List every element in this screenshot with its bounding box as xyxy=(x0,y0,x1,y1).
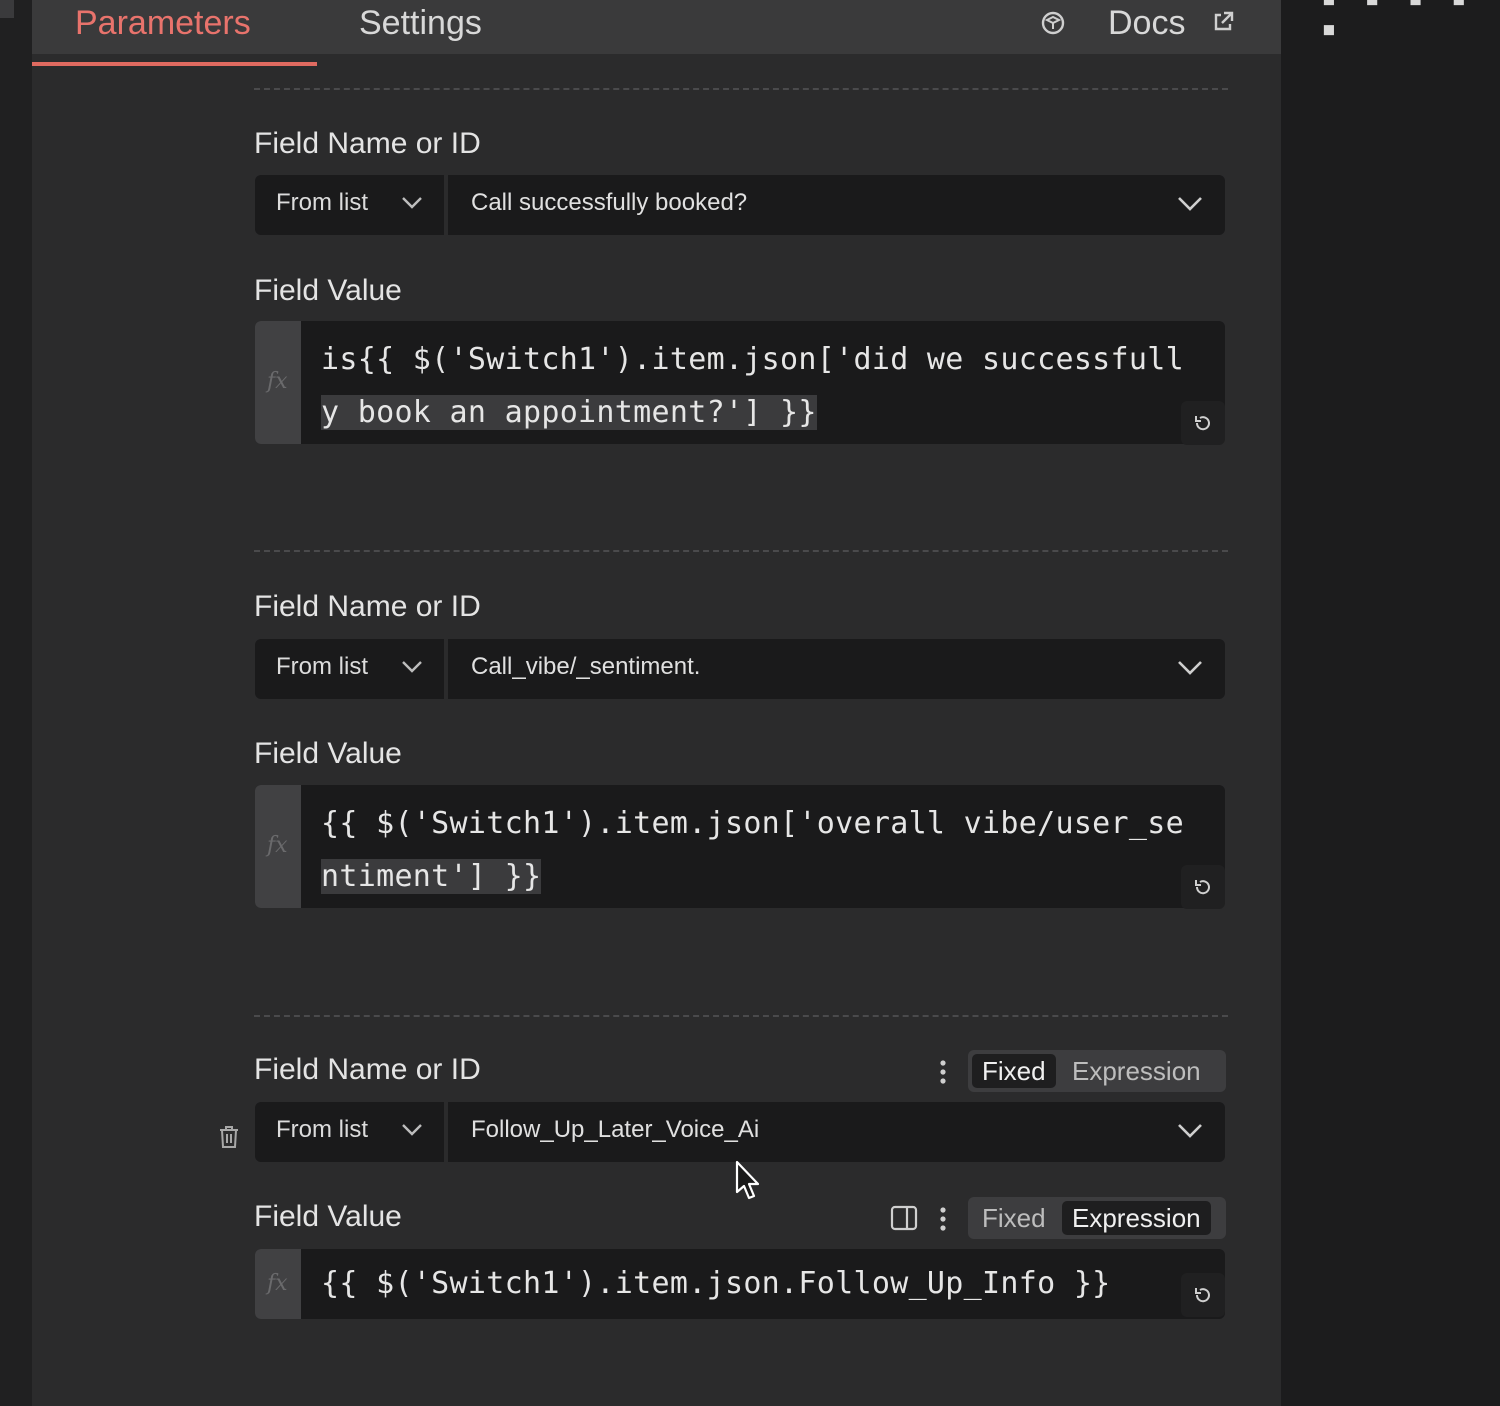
reset-value-button[interactable] xyxy=(1181,1273,1225,1317)
code-line: y book an appointment?'] }} xyxy=(321,395,817,430)
fx-icon: fx xyxy=(267,369,288,394)
fx-gutter: fx xyxy=(255,321,301,444)
mode-select-label: From list xyxy=(276,1116,368,1143)
left-edge-handle xyxy=(0,0,14,18)
fx-gutter: fx xyxy=(255,785,301,908)
fx-gutter: fx xyxy=(255,1249,301,1319)
canvas-cut-text: ▪ ▪ ▪ ▪ ▪ xyxy=(1321,0,1467,44)
code-line: ntiment'] }} xyxy=(321,859,542,894)
chevron-down-icon xyxy=(402,1124,422,1136)
toggle-fixed[interactable]: Fixed xyxy=(972,1054,1056,1088)
package-icon[interactable] xyxy=(1038,8,1068,38)
code-line: {{ $('Switch1').item.json['overall vibe/… xyxy=(321,806,1184,841)
chevron-down-icon xyxy=(1178,661,1202,675)
chevron-down-icon xyxy=(1178,197,1202,211)
external-link-icon[interactable] xyxy=(1210,9,1236,35)
tab-settings[interactable]: Settings xyxy=(359,0,482,54)
chevron-down-icon xyxy=(1178,1124,1202,1138)
mode-select-label: From list xyxy=(276,653,368,680)
tab-parameters[interactable]: Parameters xyxy=(75,0,251,54)
docs-link[interactable]: Docs xyxy=(1108,0,1185,46)
toggle-expression[interactable]: Expression xyxy=(1062,1201,1211,1235)
chevron-down-icon xyxy=(402,661,422,673)
toggle-expression[interactable]: Expression xyxy=(1062,1054,1211,1088)
field-name-label: Field Name or ID xyxy=(254,127,481,160)
field-name-dropdown[interactable]: Call_vibe/_sentiment. xyxy=(452,639,1225,699)
trash-icon[interactable] xyxy=(217,1124,241,1150)
canvas-background: ▪ ▪ ▪ ▪ ▪ xyxy=(1281,0,1500,1406)
field-value-label: Field Value xyxy=(254,1200,402,1233)
panel-header: Parameters Settings Docs xyxy=(32,0,1281,54)
reset-value-button[interactable] xyxy=(1181,401,1225,445)
mouse-cursor-icon xyxy=(735,1160,760,1200)
fixed-expression-toggle: Fixed Expression xyxy=(968,1050,1226,1092)
reset-icon xyxy=(1195,880,1210,895)
toggle-fixed[interactable]: Fixed xyxy=(972,1201,1056,1235)
field-name-select-row: From list Call successfully booked? xyxy=(255,175,1225,235)
dropdown-selected-value: Follow_Up_Later_Voice_Ai xyxy=(471,1116,760,1143)
expression-code[interactable]: is{{ $('Switch1').item.json['did we succ… xyxy=(321,333,1221,439)
from-list-mode-select[interactable]: From list xyxy=(255,175,448,235)
field-divider xyxy=(254,550,1228,552)
open-panel-icon[interactable] xyxy=(890,1205,918,1231)
fx-icon: fx xyxy=(267,1271,288,1296)
field-name-label: Field Name or ID xyxy=(254,1053,481,1086)
expression-editor[interactable]: fx {{ $('Switch1').item.json['overall vi… xyxy=(255,785,1225,909)
expression-editor[interactable]: fx is{{ $('Switch1').item.json['did we s… xyxy=(255,321,1225,445)
field-name-select-row: From list Follow_Up_Later_Voice_Ai xyxy=(255,1102,1225,1162)
reset-value-button[interactable] xyxy=(1181,865,1225,909)
field-divider xyxy=(254,1015,1228,1017)
field-value-label: Field Value xyxy=(254,274,402,307)
field-value-label: Field Value xyxy=(254,737,402,770)
expression-code[interactable]: {{ $('Switch1').item.json['overall vibe/… xyxy=(321,797,1221,903)
mode-select-label: From list xyxy=(276,189,368,216)
from-list-mode-select[interactable]: From list xyxy=(255,639,448,699)
reset-icon xyxy=(1195,416,1210,431)
fx-icon: fx xyxy=(267,833,288,858)
field-divider xyxy=(254,88,1228,90)
expression-code[interactable]: {{ $('Switch1').item.json.Follow_Up_Info… xyxy=(321,1257,1221,1310)
more-options-icon[interactable] xyxy=(938,1205,948,1233)
fixed-expression-toggle: Fixed Expression xyxy=(968,1197,1226,1239)
field-name-dropdown[interactable]: Follow_Up_Later_Voice_Ai xyxy=(452,1102,1225,1162)
left-edge xyxy=(0,0,32,1406)
field-name-label: Field Name or ID xyxy=(254,590,481,623)
chevron-down-icon xyxy=(402,197,422,209)
field-name-select-row: From list Call_vibe/_sentiment. xyxy=(255,639,1225,699)
reset-icon xyxy=(1195,1288,1210,1303)
field-name-dropdown[interactable]: Call successfully booked? xyxy=(452,175,1225,235)
active-tab-indicator xyxy=(32,62,317,66)
code-line: {{ $('Switch1').item.json.Follow_Up_Info… xyxy=(321,1266,1111,1301)
dropdown-selected-value: Call_vibe/_sentiment. xyxy=(471,653,701,680)
code-line: is{{ $('Switch1').item.json['did we succ… xyxy=(321,342,1184,377)
expression-editor[interactable]: fx {{ $('Switch1').item.json.Follow_Up_I… xyxy=(255,1249,1225,1319)
from-list-mode-select[interactable]: From list xyxy=(255,1102,448,1162)
node-parameters-panel: Parameters Settings Docs Field Name or I… xyxy=(32,0,1281,1406)
more-options-icon[interactable] xyxy=(938,1058,948,1086)
dropdown-selected-value: Call successfully booked? xyxy=(471,189,748,216)
